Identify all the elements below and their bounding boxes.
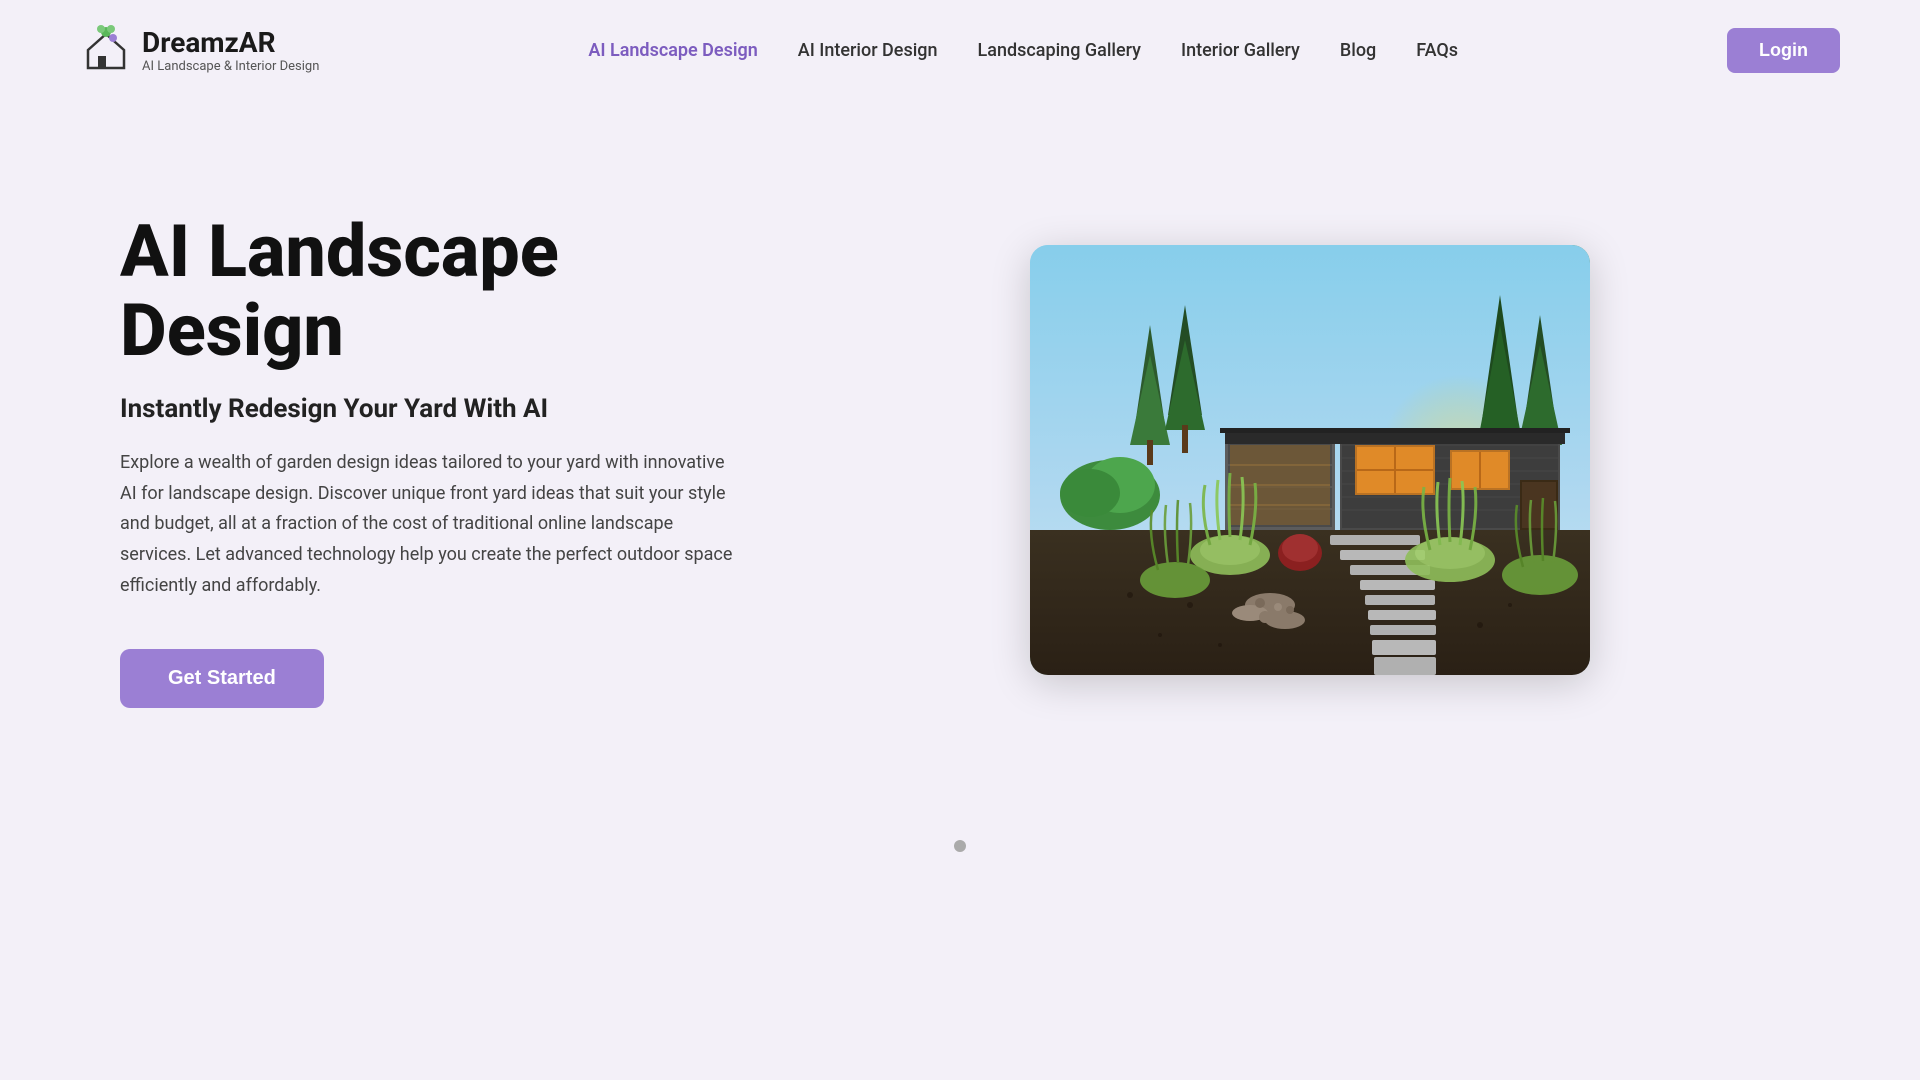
hero-section: AI Landscape Design Instantly Redesign Y… bbox=[0, 100, 1920, 820]
logo-icon bbox=[80, 24, 132, 76]
hero-content: AI Landscape Design Instantly Redesign Y… bbox=[120, 212, 740, 708]
brand-tagline: AI Landscape & Interior Design bbox=[142, 59, 319, 74]
hero-description: Explore a wealth of garden design ideas … bbox=[120, 448, 740, 601]
hero-subtitle: Instantly Redesign Your Yard With AI bbox=[120, 394, 740, 424]
nav-ai-interior[interactable]: AI Interior Design bbox=[798, 40, 938, 61]
hero-image-container bbox=[820, 245, 1800, 675]
nav-faqs[interactable]: FAQs bbox=[1416, 40, 1458, 61]
site-header: DreamzAR AI Landscape & Interior Design … bbox=[0, 0, 1920, 100]
nav-ai-landscape[interactable]: AI Landscape Design bbox=[588, 40, 757, 61]
get-started-button[interactable]: Get Started bbox=[120, 649, 324, 708]
scroll-indicator bbox=[0, 820, 1920, 872]
scroll-dot bbox=[954, 840, 966, 852]
nav-blog[interactable]: Blog bbox=[1340, 40, 1376, 61]
logo: DreamzAR AI Landscape & Interior Design bbox=[80, 24, 319, 76]
logo-text: DreamzAR AI Landscape & Interior Design bbox=[142, 26, 319, 74]
hero-title: AI Landscape Design bbox=[120, 212, 740, 370]
main-nav: AI Landscape Design AI Interior Design L… bbox=[588, 40, 1458, 61]
nav-interior-gallery[interactable]: Interior Gallery bbox=[1181, 40, 1300, 61]
brand-name: DreamzAR bbox=[142, 26, 319, 59]
hero-landscape-image bbox=[1030, 245, 1590, 675]
nav-landscaping-gallery[interactable]: Landscaping Gallery bbox=[978, 40, 1141, 61]
login-button[interactable]: Login bbox=[1727, 28, 1840, 73]
